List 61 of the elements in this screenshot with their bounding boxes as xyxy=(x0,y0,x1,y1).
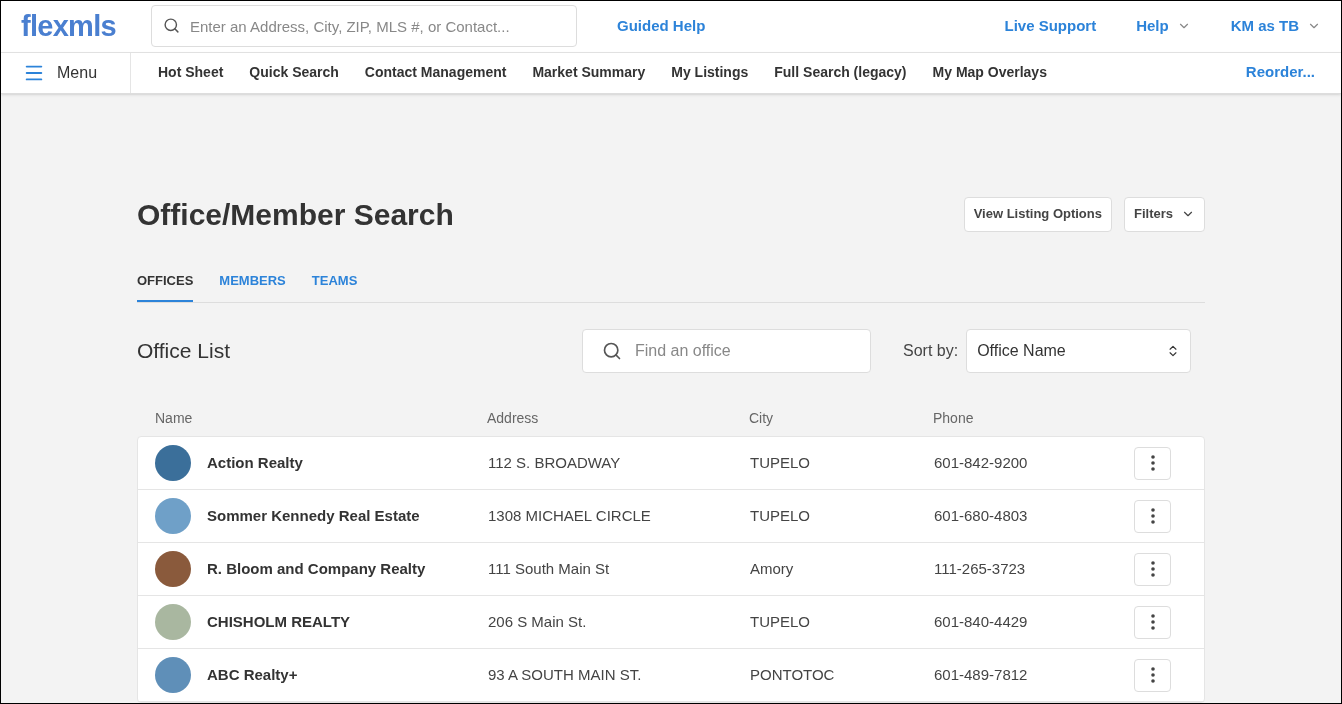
table-cell-text: 1308 MICHAEL CIRCLE xyxy=(488,505,652,526)
more-options-button[interactable] xyxy=(1134,499,1171,533)
office-name[interactable]: R. Bloom and Company Realty xyxy=(207,557,426,581)
vertical-dots-icon xyxy=(1150,614,1155,630)
more-options-button[interactable] xyxy=(1134,605,1171,639)
column-header: Name xyxy=(154,409,194,428)
column-header: City xyxy=(749,409,775,428)
header-link[interactable]: Help xyxy=(1136,15,1191,38)
table-cell-text: TUPELO xyxy=(750,452,811,473)
more-options-button[interactable] xyxy=(1134,658,1171,692)
tab[interactable]: MEMBERS xyxy=(219,270,286,302)
table-cell-text: 601-842-9200 xyxy=(934,452,1029,473)
vertical-dots-icon xyxy=(1150,561,1155,577)
table-cell-text: 111-265-3723 xyxy=(934,558,1027,579)
toolbar-button[interactable]: Filters xyxy=(1124,196,1205,232)
guided-help-link[interactable]: Guided Help xyxy=(617,15,706,38)
more-options-button[interactable] xyxy=(1134,552,1171,586)
office-search-field[interactable]: Find an office xyxy=(582,329,871,373)
search-field[interactable]: Enter an Address, City, ZIP, MLS #, or Contact... xyxy=(151,5,577,48)
table-cell-text: 206 S Main St. xyxy=(488,611,588,632)
search-icon xyxy=(602,341,622,361)
nav-link[interactable]: Quick Search xyxy=(249,62,339,84)
office-name[interactable]: ABC Realty+ xyxy=(207,663,298,687)
more-options-button[interactable] xyxy=(1134,446,1171,480)
vertical-dots-icon xyxy=(1150,508,1155,524)
tab[interactable]: TEAMS xyxy=(311,270,358,302)
sort-select[interactable]: Office Name xyxy=(966,329,1192,373)
header-link[interactable]: KM as TB xyxy=(1230,15,1321,38)
logo[interactable]: flexmls xyxy=(21,4,151,49)
section-title: Office List xyxy=(137,338,230,365)
column-header: Address xyxy=(487,409,540,428)
reorder-link[interactable]: Reorder... xyxy=(1245,61,1315,84)
toolbar-button[interactable]: View Listing Options xyxy=(963,196,1112,232)
table-cell-text: 93 A SOUTH MAIN ST. xyxy=(488,664,643,685)
table-cell-text: 601-840-4429 xyxy=(934,611,1029,632)
nav-link[interactable]: Contact Management xyxy=(364,62,507,84)
office-name[interactable]: Action Realty xyxy=(207,451,303,475)
office-name[interactable]: CHISHOLM REALTY xyxy=(207,610,351,634)
tab[interactable]: OFFICES xyxy=(137,270,194,302)
table-cell-text: 111 South Main St xyxy=(488,558,611,579)
table-cell-text: TUPELO xyxy=(750,505,811,526)
sort-label: Sort by: xyxy=(903,341,959,361)
nav-link[interactable]: My Map Overlays xyxy=(932,62,1047,84)
nav-link[interactable]: Full Search (legacy) xyxy=(774,62,907,84)
vertical-dots-icon xyxy=(1150,667,1155,683)
nav-link[interactable]: Hot Sheet xyxy=(158,62,224,84)
nav-link[interactable]: My Listings xyxy=(671,62,749,84)
table-cell-text: PONTOTOC xyxy=(750,664,836,685)
office-name[interactable]: Sommer Kennedy Real Estate xyxy=(207,504,420,528)
table-cell-text: Amory xyxy=(750,558,795,579)
vertical-dots-icon xyxy=(1150,455,1155,471)
page-title: Office/Member Search xyxy=(137,196,454,233)
menu-button[interactable]: Menu xyxy=(1,52,131,93)
nav-link[interactable]: Market Summary xyxy=(532,62,646,84)
table-cell-text: 112 S. BROADWAY xyxy=(488,452,622,473)
header-link[interactable]: Live Support xyxy=(1004,15,1097,38)
column-header: Phone xyxy=(933,409,975,428)
table-cell-text: TUPELO xyxy=(750,611,811,632)
table-cell-text: 601-680-4803 xyxy=(934,505,1029,526)
table-cell-text: 601-489-7812 xyxy=(934,664,1029,685)
search-icon xyxy=(163,17,180,35)
